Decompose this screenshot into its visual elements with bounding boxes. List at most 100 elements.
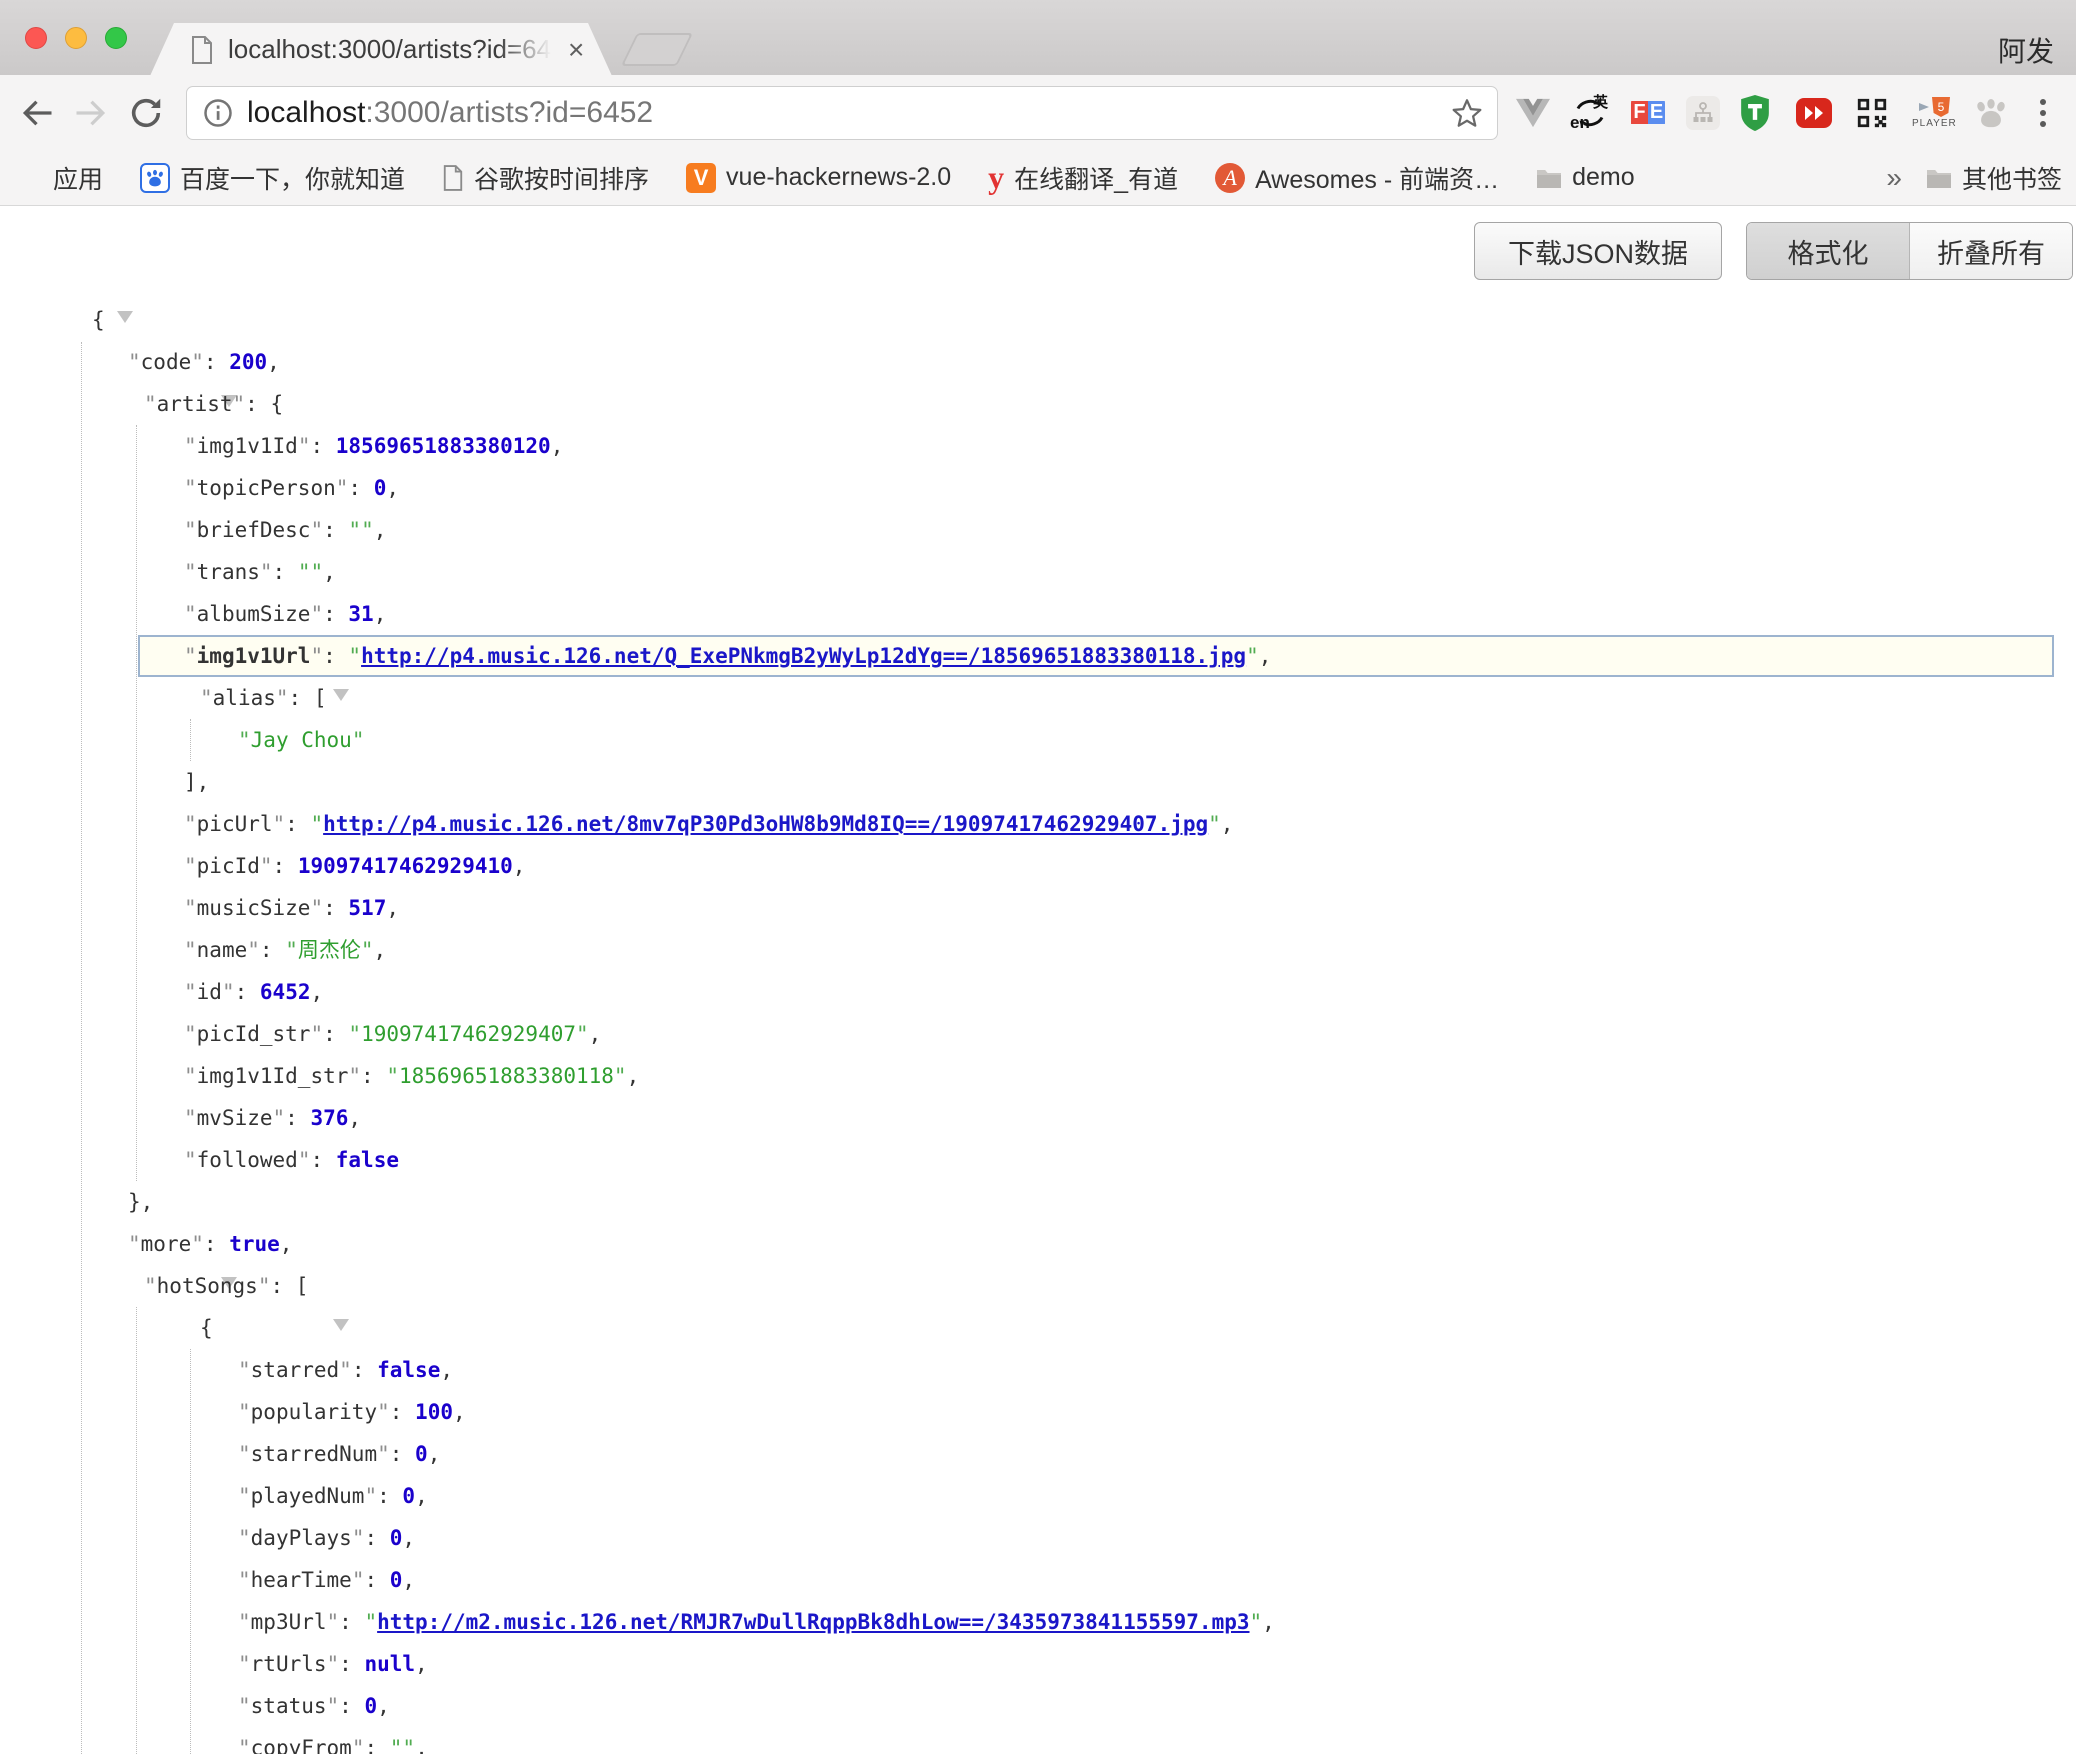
json-token: : [285, 1106, 310, 1130]
json-token: : [260, 938, 285, 962]
json-token: : [364, 1526, 389, 1550]
json-token: " [339, 1358, 352, 1382]
json-token: " [128, 1232, 141, 1256]
json-token: " [298, 560, 311, 584]
json-link[interactable]: http://p4.music.126.net/8mv7qP30Pd3oHW8b… [323, 812, 1208, 836]
collapse-toggle-icon[interactable] [333, 1319, 349, 1355]
vue-devtools-icon[interactable] [1516, 98, 1550, 128]
forward-button[interactable] [72, 95, 108, 131]
json-value: 18569651883380120 [336, 434, 551, 458]
json-token: " [273, 1106, 286, 1130]
json-row: "name": "周杰伦", [0, 929, 2076, 971]
json-token: " [184, 1022, 197, 1046]
json-value: true [229, 1232, 280, 1256]
tab-close-icon[interactable]: × [568, 36, 584, 64]
window-minimize-button[interactable] [65, 27, 87, 49]
paw-extension-icon[interactable] [1974, 98, 2008, 128]
new-tab-button[interactable] [621, 33, 693, 66]
json-token: , [348, 1106, 361, 1130]
json-token: , [453, 1400, 466, 1424]
json-key: hotSongs [157, 1274, 258, 1298]
bookmark-awesomes[interactable]: A Awesomes - 前端资… [1215, 160, 1499, 196]
browser-tab[interactable]: localhost:3000/artists?id=645 × [150, 23, 612, 76]
sitemap-extension-icon[interactable] [1686, 96, 1720, 130]
fe-helper-icon[interactable]: F E [1631, 96, 1665, 130]
json-token: : [323, 1022, 348, 1046]
bookmark-youdao-translate[interactable]: y 在线翻译_有道 [988, 159, 1178, 196]
json-row: "followed": false [0, 1139, 2076, 1181]
json-token: " [238, 1736, 251, 1754]
json-token: , [1221, 812, 1234, 836]
json-token: " [260, 560, 273, 584]
json-key: picId_str [197, 1022, 311, 1046]
bookmark-star-icon[interactable] [1451, 97, 1483, 129]
h5-player-icon[interactable]: 5 PLAYER [1912, 97, 1957, 129]
bookmark-vue-hackernews[interactable]: V vue-hackernews-2.0 [686, 163, 951, 193]
bookmark-apps[interactable]: 应用 [27, 160, 103, 196]
json-token: , [428, 1442, 441, 1466]
json-link[interactable]: http://m2.music.126.net/RMJR7wDullRqppBk… [377, 1610, 1249, 1634]
json-value: 200 [229, 350, 267, 374]
qr-code-icon[interactable] [1855, 96, 1889, 130]
json-value: 19097417462929407 [361, 1022, 576, 1046]
bookmark-folder-demo[interactable]: demo [1536, 163, 1635, 192]
window-zoom-button[interactable] [105, 27, 127, 49]
json-token: " [184, 854, 197, 878]
url-host: localhost [247, 96, 365, 129]
json-row: "picUrl": "http://p4.music.126.net/8mv7q… [0, 803, 2076, 845]
json-row: "code": 200, [0, 341, 2076, 383]
json-token: " [238, 1358, 251, 1382]
window-close-button[interactable] [25, 27, 47, 49]
json-token: " [361, 938, 374, 962]
download-json-button[interactable]: 下载JSON数据 [1474, 222, 1722, 280]
bookmarks-overflow-chevron[interactable]: » [1886, 162, 1902, 194]
json-key: starredNum [251, 1442, 377, 1466]
browser-menu-icon[interactable] [2040, 99, 2046, 127]
json-token: " [614, 1064, 627, 1088]
format-button[interactable]: 格式化 [1747, 223, 1909, 279]
json-row: { [0, 299, 2076, 341]
other-bookmarks[interactable]: 其他书签 [1926, 160, 2062, 196]
json-token: " [247, 938, 260, 962]
json-row: "popularity": 100, [0, 1391, 2076, 1433]
json-token: " [238, 1652, 251, 1676]
json-row: }, [0, 1181, 2076, 1223]
json-token: [ [314, 686, 327, 710]
json-row: "starredNum": 0, [0, 1433, 2076, 1475]
json-token: " [310, 518, 323, 542]
collapse-toggle-icon[interactable] [333, 689, 349, 725]
reload-button[interactable] [128, 95, 164, 131]
json-token: " [327, 1652, 340, 1676]
json-token: " [238, 1568, 251, 1592]
collapse-toggle-icon[interactable] [117, 311, 133, 347]
json-token: " [144, 392, 157, 416]
page-info-icon[interactable] [203, 98, 233, 128]
json-token: , [310, 980, 323, 1004]
v-icon: V [686, 163, 716, 193]
other-bookmarks-label: 其他书签 [1962, 160, 2062, 196]
tampermonkey-shield-icon[interactable] [1738, 95, 1772, 131]
json-value: null [364, 1652, 415, 1676]
json-token: { [92, 308, 105, 332]
json-key: mp3Url [251, 1610, 327, 1634]
json-key: img1v1Url [197, 644, 311, 668]
json-token: : [289, 686, 314, 710]
bookmark-google-sort[interactable]: 谷歌按时间排序 [442, 160, 649, 196]
json-key: id [197, 980, 222, 1004]
video-speed-icon[interactable] [1796, 98, 1832, 128]
back-button[interactable] [20, 95, 56, 131]
collapse-all-button[interactable]: 折叠所有 [1909, 223, 2072, 279]
json-token: " [352, 1568, 365, 1592]
json-key: dayPlays [251, 1526, 352, 1550]
json-token: , [589, 1022, 602, 1046]
bookmark-label: demo [1572, 163, 1635, 192]
json-key: hearTime [251, 1568, 352, 1592]
translate-extension-icon[interactable]: en 英 [1572, 95, 1608, 131]
bookmark-baidu[interactable]: 百度一下，你就知道 [140, 160, 405, 196]
address-bar[interactable]: localhost:3000/artists?id=6452 [186, 86, 1498, 140]
json-token: " [310, 644, 323, 668]
json-value: false [377, 1358, 440, 1382]
json-link[interactable]: http://p4.music.126.net/Q_ExePNkmgB2yWyL… [361, 644, 1246, 668]
profile-name[interactable]: 阿发 [1998, 30, 2054, 70]
json-key: trans [197, 560, 260, 584]
